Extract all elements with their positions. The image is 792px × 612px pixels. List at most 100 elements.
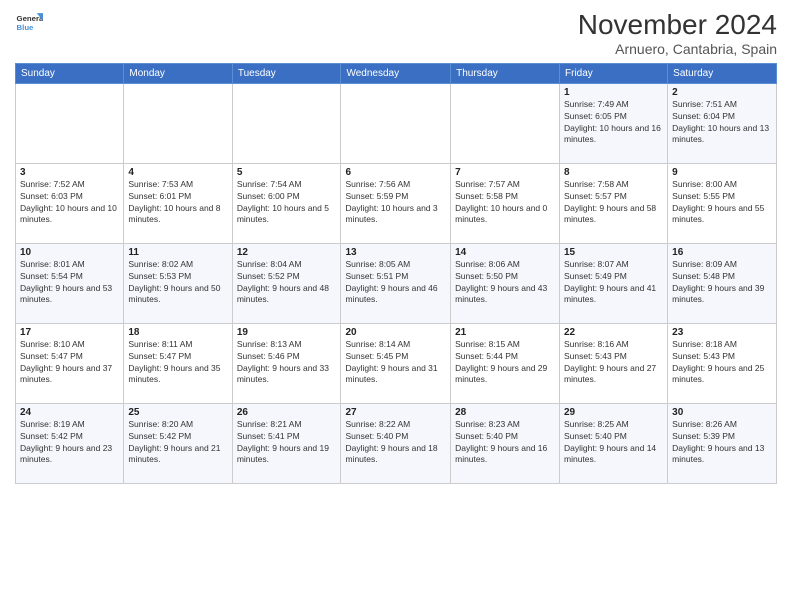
day-number: 12	[237, 247, 337, 258]
day-number: 17	[20, 327, 119, 338]
table-row: 10Sunrise: 8:01 AMSunset: 5:54 PMDayligh…	[16, 243, 124, 323]
table-row: 15Sunrise: 8:07 AMSunset: 5:49 PMDayligh…	[560, 243, 668, 323]
day-number: 7	[455, 167, 555, 178]
col-friday: Friday	[560, 63, 668, 83]
table-row: 17Sunrise: 8:10 AMSunset: 5:47 PMDayligh…	[16, 323, 124, 403]
table-row: 14Sunrise: 8:06 AMSunset: 5:50 PMDayligh…	[451, 243, 560, 323]
table-row: 8Sunrise: 7:58 AMSunset: 5:57 PMDaylight…	[560, 163, 668, 243]
day-number: 15	[564, 247, 663, 258]
day-info: Sunrise: 7:54 AMSunset: 6:00 PMDaylight:…	[237, 179, 337, 227]
svg-text:Blue: Blue	[17, 23, 35, 32]
table-row: 6Sunrise: 7:56 AMSunset: 5:59 PMDaylight…	[341, 163, 451, 243]
table-row: 29Sunrise: 8:25 AMSunset: 5:40 PMDayligh…	[560, 403, 668, 483]
col-thursday: Thursday	[451, 63, 560, 83]
location-subtitle: Arnuero, Cantabria, Spain	[578, 41, 777, 57]
day-number: 3	[20, 167, 119, 178]
table-row: 26Sunrise: 8:21 AMSunset: 5:41 PMDayligh…	[232, 403, 341, 483]
table-row: 23Sunrise: 8:18 AMSunset: 5:43 PMDayligh…	[668, 323, 777, 403]
day-info: Sunrise: 7:51 AMSunset: 6:04 PMDaylight:…	[672, 99, 772, 147]
day-number: 26	[237, 407, 337, 418]
day-info: Sunrise: 8:21 AMSunset: 5:41 PMDaylight:…	[237, 419, 337, 467]
day-info: Sunrise: 7:49 AMSunset: 6:05 PMDaylight:…	[564, 99, 663, 147]
table-row: 3Sunrise: 7:52 AMSunset: 6:03 PMDaylight…	[16, 163, 124, 243]
day-number: 10	[20, 247, 119, 258]
table-row: 11Sunrise: 8:02 AMSunset: 5:53 PMDayligh…	[124, 243, 232, 323]
calendar-header-row: Sunday Monday Tuesday Wednesday Thursday…	[16, 63, 777, 83]
title-block: November 2024 Arnuero, Cantabria, Spain	[578, 10, 777, 57]
logo: General Blue	[15, 10, 43, 38]
table-row: 7Sunrise: 7:57 AMSunset: 5:58 PMDaylight…	[451, 163, 560, 243]
day-info: Sunrise: 7:52 AMSunset: 6:03 PMDaylight:…	[20, 179, 119, 227]
day-number: 28	[455, 407, 555, 418]
day-info: Sunrise: 8:23 AMSunset: 5:40 PMDaylight:…	[455, 419, 555, 467]
day-info: Sunrise: 7:56 AMSunset: 5:59 PMDaylight:…	[345, 179, 446, 227]
day-number: 6	[345, 167, 446, 178]
day-info: Sunrise: 8:18 AMSunset: 5:43 PMDaylight:…	[672, 339, 772, 387]
calendar-week-row: 1Sunrise: 7:49 AMSunset: 6:05 PMDaylight…	[16, 83, 777, 163]
table-row: 22Sunrise: 8:16 AMSunset: 5:43 PMDayligh…	[560, 323, 668, 403]
col-sunday: Sunday	[16, 63, 124, 83]
table-row: 21Sunrise: 8:15 AMSunset: 5:44 PMDayligh…	[451, 323, 560, 403]
day-info: Sunrise: 8:14 AMSunset: 5:45 PMDaylight:…	[345, 339, 446, 387]
day-number: 23	[672, 327, 772, 338]
table-row: 19Sunrise: 8:13 AMSunset: 5:46 PMDayligh…	[232, 323, 341, 403]
day-info: Sunrise: 8:05 AMSunset: 5:51 PMDaylight:…	[345, 259, 446, 307]
day-info: Sunrise: 8:25 AMSunset: 5:40 PMDaylight:…	[564, 419, 663, 467]
col-saturday: Saturday	[668, 63, 777, 83]
day-info: Sunrise: 7:53 AMSunset: 6:01 PMDaylight:…	[128, 179, 227, 227]
calendar-week-row: 3Sunrise: 7:52 AMSunset: 6:03 PMDaylight…	[16, 163, 777, 243]
table-row: 2Sunrise: 7:51 AMSunset: 6:04 PMDaylight…	[668, 83, 777, 163]
table-row: 1Sunrise: 7:49 AMSunset: 6:05 PMDaylight…	[560, 83, 668, 163]
table-row: 20Sunrise: 8:14 AMSunset: 5:45 PMDayligh…	[341, 323, 451, 403]
month-title: November 2024	[578, 10, 777, 41]
table-row: 24Sunrise: 8:19 AMSunset: 5:42 PMDayligh…	[16, 403, 124, 483]
day-number: 14	[455, 247, 555, 258]
table-row: 5Sunrise: 7:54 AMSunset: 6:00 PMDaylight…	[232, 163, 341, 243]
calendar-week-row: 17Sunrise: 8:10 AMSunset: 5:47 PMDayligh…	[16, 323, 777, 403]
day-number: 1	[564, 87, 663, 98]
table-row: 13Sunrise: 8:05 AMSunset: 5:51 PMDayligh…	[341, 243, 451, 323]
day-info: Sunrise: 8:06 AMSunset: 5:50 PMDaylight:…	[455, 259, 555, 307]
day-info: Sunrise: 7:58 AMSunset: 5:57 PMDaylight:…	[564, 179, 663, 227]
day-number: 25	[128, 407, 227, 418]
table-row	[232, 83, 341, 163]
day-info: Sunrise: 8:15 AMSunset: 5:44 PMDaylight:…	[455, 339, 555, 387]
table-row	[124, 83, 232, 163]
table-row: 18Sunrise: 8:11 AMSunset: 5:47 PMDayligh…	[124, 323, 232, 403]
day-number: 19	[237, 327, 337, 338]
calendar-table: Sunday Monday Tuesday Wednesday Thursday…	[15, 63, 777, 484]
col-tuesday: Tuesday	[232, 63, 341, 83]
day-number: 18	[128, 327, 227, 338]
table-row	[16, 83, 124, 163]
day-number: 29	[564, 407, 663, 418]
table-row	[341, 83, 451, 163]
table-row	[451, 83, 560, 163]
logo-icon: General Blue	[15, 10, 43, 38]
day-number: 27	[345, 407, 446, 418]
day-info: Sunrise: 7:57 AMSunset: 5:58 PMDaylight:…	[455, 179, 555, 227]
day-number: 22	[564, 327, 663, 338]
table-row: 30Sunrise: 8:26 AMSunset: 5:39 PMDayligh…	[668, 403, 777, 483]
col-wednesday: Wednesday	[341, 63, 451, 83]
day-number: 8	[564, 167, 663, 178]
day-info: Sunrise: 8:22 AMSunset: 5:40 PMDaylight:…	[345, 419, 446, 467]
day-number: 13	[345, 247, 446, 258]
day-number: 20	[345, 327, 446, 338]
day-number: 9	[672, 167, 772, 178]
table-row: 27Sunrise: 8:22 AMSunset: 5:40 PMDayligh…	[341, 403, 451, 483]
day-number: 16	[672, 247, 772, 258]
day-info: Sunrise: 8:26 AMSunset: 5:39 PMDaylight:…	[672, 419, 772, 467]
table-row: 28Sunrise: 8:23 AMSunset: 5:40 PMDayligh…	[451, 403, 560, 483]
table-row: 25Sunrise: 8:20 AMSunset: 5:42 PMDayligh…	[124, 403, 232, 483]
col-monday: Monday	[124, 63, 232, 83]
day-number: 11	[128, 247, 227, 258]
day-info: Sunrise: 8:07 AMSunset: 5:49 PMDaylight:…	[564, 259, 663, 307]
day-number: 30	[672, 407, 772, 418]
day-info: Sunrise: 8:10 AMSunset: 5:47 PMDaylight:…	[20, 339, 119, 387]
day-info: Sunrise: 8:02 AMSunset: 5:53 PMDaylight:…	[128, 259, 227, 307]
calendar-week-row: 24Sunrise: 8:19 AMSunset: 5:42 PMDayligh…	[16, 403, 777, 483]
day-info: Sunrise: 8:01 AMSunset: 5:54 PMDaylight:…	[20, 259, 119, 307]
table-row: 12Sunrise: 8:04 AMSunset: 5:52 PMDayligh…	[232, 243, 341, 323]
calendar-week-row: 10Sunrise: 8:01 AMSunset: 5:54 PMDayligh…	[16, 243, 777, 323]
day-number: 21	[455, 327, 555, 338]
